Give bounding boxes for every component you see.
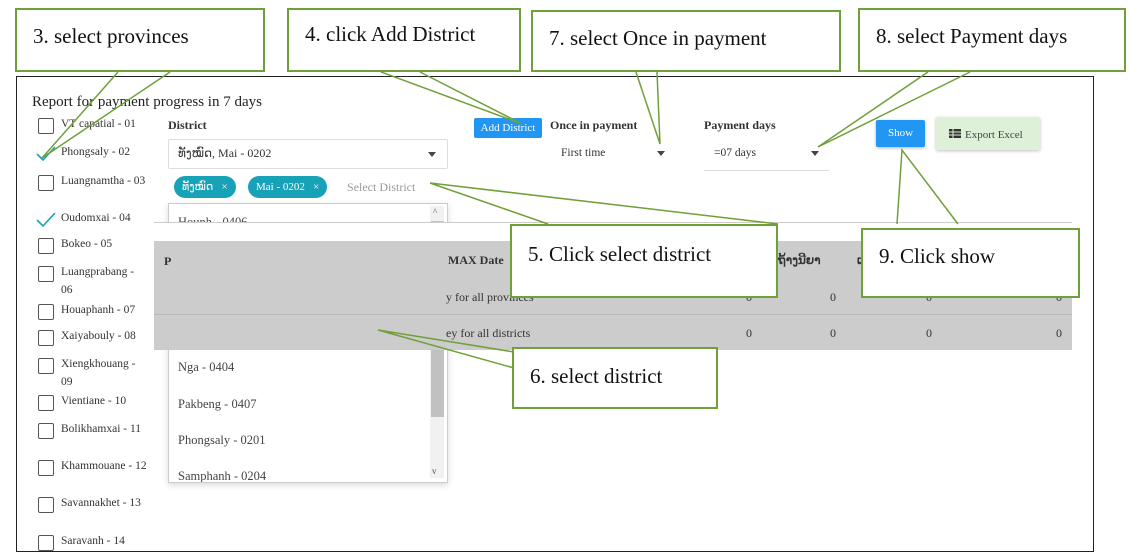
- callout-step-6: 6. select district: [512, 347, 718, 409]
- callout-step-8: 8. select Payment days: [858, 8, 1126, 72]
- callout-step-7: 7. select Once in payment: [531, 10, 841, 72]
- callout-step-4: 4. click Add District: [287, 8, 521, 72]
- callout-step-3: 3. select provinces: [15, 8, 265, 72]
- callout-step-5: 5. Click select district: [510, 224, 778, 298]
- callout-step-9: 9. Click show: [861, 228, 1080, 298]
